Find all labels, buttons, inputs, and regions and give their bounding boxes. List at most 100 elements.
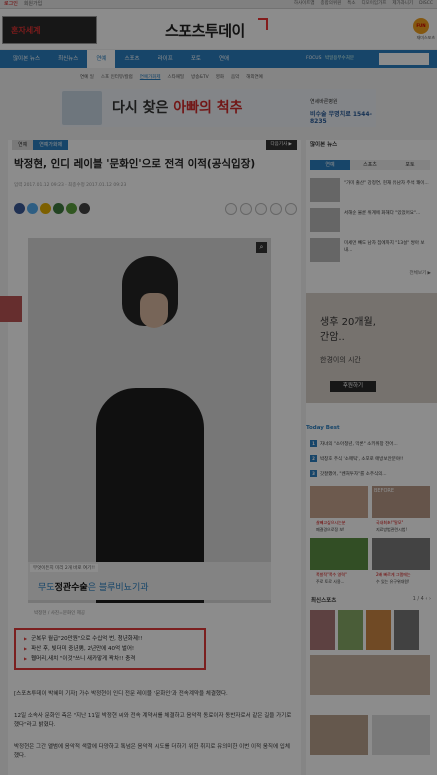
line-icon[interactable] — [66, 203, 77, 214]
nav-item-latest[interactable]: 최신뉴스 — [49, 50, 87, 68]
ad-banner[interactable]: 다시 찾은 아빠의 척추 연세바른병원 비수술 무명치료 1544-8235 — [60, 89, 376, 127]
fun-label: 재미스포츠 — [416, 35, 435, 40]
recent-pager[interactable]: 1 / 4 ‹ › — [413, 596, 431, 602]
recent-thumbnail[interactable] — [372, 715, 430, 755]
print-icon[interactable] — [255, 203, 267, 215]
text-tools — [225, 203, 297, 215]
subnav-item[interactable]: 음악 — [231, 74, 239, 80]
related-link[interactable]: 휑머리,새치 "이것"쓰니 새카맣게 꽉차!! 충격 — [24, 654, 204, 664]
related-link[interactable]: 군복무 월급"20만원"으로 수십억 번, 청년화제!! — [24, 634, 204, 644]
promo-caption[interactable]: 폐결경으로정 보! — [316, 527, 345, 533]
promo-caption[interactable]: 수 있는 유구위대원! — [376, 579, 410, 585]
subnav-item-active[interactable]: 연예가화제 — [140, 74, 161, 80]
recent-thumbnail[interactable] — [366, 610, 391, 650]
charity-ad-line1: 생후 20개월, 간암.. — [320, 317, 376, 343]
promo-thumbnail[interactable]: BEFORE — [372, 486, 430, 518]
promo-thumbnail[interactable] — [372, 538, 430, 570]
recent-thumbnail[interactable] — [394, 610, 419, 650]
sidebar-heading: 많이본 뉴스 — [310, 142, 338, 148]
zoom-out-icon[interactable] — [240, 203, 252, 215]
sidebar-news-item[interactable]: "가미 출산" 강정연, 현재 유남자 주석 쾌이... — [310, 178, 430, 204]
sidebar-tab[interactable]: 연예 — [310, 160, 350, 170]
article-tab-section[interactable]: 연예 — [12, 140, 34, 150]
article-paragraph: [스포츠투데이 박혜미 기자] 가수 박정현이 인디 전문 레이블 '문화인'과… — [14, 691, 228, 697]
util-link-2[interactable]: 종합의위원 — [321, 0, 342, 8]
nav-item-popular[interactable]: 많이본 뉴스 — [4, 50, 49, 68]
recent-thumbnail[interactable] — [310, 610, 335, 650]
best-item[interactable]: 2 박창호 주식 '소매틱', 소포로 애방보안분야!! — [310, 455, 404, 462]
article-meta: 입력 2017.01.12 09:23 · 최종수정 2017.01.12 09… — [14, 183, 127, 188]
promo-caption[interactable]: 살빼고싶으시는분 — [316, 520, 345, 526]
util-link-1[interactable]: 하사이트맵 — [294, 0, 315, 8]
header-ad[interactable]: 혼자세계 — [2, 16, 97, 44]
floating-side-ad[interactable] — [0, 296, 22, 322]
subnav-item[interactable]: 스타패밀 — [168, 74, 185, 80]
logo-mark-icon — [258, 18, 268, 30]
sidebar-news-item[interactable]: 서해순 불륜 위계에 화해다 "있었어요"... — [310, 208, 430, 234]
promo-caption[interactable]: 지료방법관련시법! — [376, 527, 407, 533]
sidebar-news-item[interactable]: 미세먼 빼도 남자 집에까지 "13설" 쌍아 보내... — [310, 238, 430, 264]
email-icon[interactable] — [79, 203, 90, 214]
fun-badge[interactable]: FUN — [413, 18, 429, 34]
nav-item-entertainment[interactable]: 연예 — [87, 50, 116, 68]
nav-item-romance[interactable]: 연애 — [210, 50, 238, 68]
subnav-item[interactable]: 스포 인터뷰/칼럼 — [101, 74, 133, 80]
subnav-item[interactable]: 방송&TV — [191, 74, 209, 80]
nav-item-life[interactable]: 라이프 — [149, 50, 182, 68]
nav-item-photo[interactable]: 포토 — [182, 50, 210, 68]
kakaostory-icon[interactable] — [40, 203, 51, 214]
util-link-4[interactable]: 디모이임가프 — [362, 0, 387, 8]
band-icon[interactable] — [53, 203, 64, 214]
search-input[interactable] — [379, 53, 429, 65]
main-nav: 많이본 뉴스 최신뉴스 연예 스포츠 라이프 포토 연애 FOCUS 박일용부수… — [0, 50, 437, 68]
best-item[interactable]: 1 자녀의 "소아청년, 막론" 소키위창 전어... — [310, 440, 398, 447]
magnify-icon[interactable]: ⌕ — [256, 242, 267, 253]
photo-overlay-ad[interactable]: 무엇이든지 미리 2개 바로 여기!! 무도정관수술은 블루비뇨기과 — [28, 562, 271, 600]
sidebar-tab[interactable]: 포토 — [390, 160, 430, 170]
facebook-icon[interactable] — [14, 203, 25, 214]
promo-thumbnail[interactable] — [310, 486, 368, 518]
subnav-item[interactable]: 해외연예 — [246, 74, 263, 80]
subnav-item[interactable]: 영화 — [216, 74, 224, 80]
banner-title: 다시 찾은 아빠의 척추 — [112, 100, 243, 116]
subnav-item[interactable]: 연예 일 — [80, 74, 94, 80]
next-article-button[interactable]: 다음기사 ▶ — [265, 140, 297, 150]
article-tab-category[interactable]: 연예가화제 — [33, 140, 69, 150]
best-item[interactable]: 3 갓잘했어, "벤처투자"를 소주식의... — [310, 470, 387, 477]
charity-ad-line2: 한경이의 시간 — [320, 356, 361, 364]
related-link[interactable]: 파산 후, 빚더미 중년男, 2년만에 40억 벌어! — [24, 644, 204, 654]
util-link-6[interactable]: DISCC — [419, 0, 433, 8]
recent-thumbnail[interactable] — [310, 655, 430, 695]
focus-text[interactable]: 박일용부수처분 — [325, 50, 354, 68]
nav-item-sports[interactable]: 스포츠 — [115, 50, 148, 68]
sidebar-more-link[interactable]: 전체보기 ▶ — [410, 270, 431, 276]
twitter-icon[interactable] — [27, 203, 38, 214]
news-thumbnail — [310, 208, 340, 232]
zoom-in-icon[interactable] — [225, 203, 237, 215]
mail-icon[interactable] — [285, 203, 297, 215]
before-label: BEFORE — [374, 488, 395, 494]
promo-thumbnail[interactable] — [310, 538, 368, 570]
signup-link[interactable]: 회원가입 — [24, 0, 42, 8]
photo-caption: 박정현 / 사진=문화인 제공 — [34, 611, 85, 616]
article: 연예 연예가화제 다음기사 ▶ 박정현, 인디 레이블 '문화인'으로 전격 이… — [8, 140, 301, 775]
promo-caption[interactable]: 폭발적"폭수 영력" — [316, 572, 347, 578]
site-logo[interactable]: 스포츠투데이 — [165, 20, 245, 41]
donate-button[interactable]: 후원하기 — [330, 381, 376, 392]
util-link-5[interactable]: 제가과니기 — [392, 0, 413, 8]
promo-caption[interactable]: 2배 빠르게 그램에는 — [376, 572, 411, 578]
photo-face — [140, 293, 168, 328]
top-utility-bar: 로그인 회원가입 하사이트맵 종합의위원 특소 디모이임가프 제가과니기 DIS… — [0, 0, 437, 9]
charity-ad[interactable]: 생후 20개월, 간암.. 한경이의 시간 후원하기 — [306, 293, 437, 403]
recent-thumbnail[interactable] — [338, 610, 363, 650]
sidebar-tab[interactable]: 스포츠 — [350, 160, 390, 170]
promo-caption[interactable]: 주로 토로 사용... — [316, 579, 344, 585]
promo-caption[interactable]: 국내최초!"탈모" — [376, 520, 403, 526]
focus-label: FOCUS — [306, 56, 322, 61]
scrap-icon[interactable] — [270, 203, 282, 215]
login-link[interactable]: 로그인 — [4, 0, 18, 8]
recent-thumbnail[interactable] — [310, 715, 368, 755]
recent-sports-title: 최신스포츠 — [311, 598, 337, 604]
article-photo[interactable]: ⌕ — [28, 238, 271, 603]
util-link-3[interactable]: 특소 — [347, 0, 355, 8]
